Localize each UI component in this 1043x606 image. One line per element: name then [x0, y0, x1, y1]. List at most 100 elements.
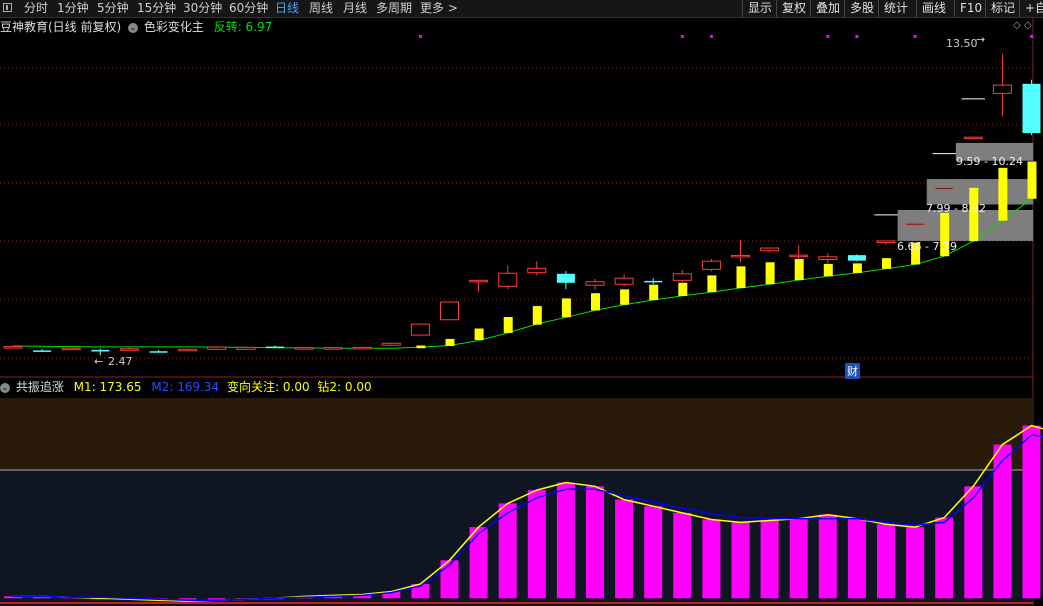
high-arrow-icon: → — [976, 33, 986, 46]
candle-body — [672, 273, 692, 281]
period-tab-30min[interactable]: 30分钟 — [183, 0, 222, 17]
signal-dot — [1030, 35, 1033, 38]
turn-attention-value: 变向关注: 0.00 — [227, 380, 310, 394]
signal-bar — [823, 263, 833, 277]
candle-body — [731, 254, 750, 258]
signal-bar — [620, 289, 630, 305]
multi-stock-button[interactable]: 多股 — [844, 0, 878, 17]
resonance-bar — [847, 518, 866, 599]
signal-bar — [882, 258, 891, 269]
signal-dot — [855, 35, 859, 38]
resonance-bar — [586, 486, 604, 599]
candle-body — [614, 277, 634, 285]
candle-body — [963, 136, 983, 140]
candle-body — [1022, 83, 1041, 134]
candle-body — [178, 348, 198, 352]
signal-bar — [998, 167, 1008, 221]
f10-button[interactable]: F10 — [954, 0, 985, 17]
candle-body — [440, 301, 459, 321]
signal-bar — [445, 338, 455, 347]
candle-body — [789, 254, 809, 258]
candle-body — [992, 84, 1012, 94]
candle-body — [3, 346, 23, 349]
signal-bar — [678, 282, 688, 296]
candle-body — [265, 346, 284, 349]
chart-settings-icon[interactable]: ◇ ◇ — [1013, 20, 1032, 31]
resonance-bar — [469, 527, 488, 599]
m1-value: M1: 173.65 — [73, 380, 142, 394]
candle-body — [498, 272, 518, 287]
indicator-name[interactable]: 色彩变化主 — [144, 20, 204, 34]
resonance-bar — [935, 517, 954, 599]
period-tab-monthly[interactable]: 月线 — [343, 0, 367, 17]
signal-bar — [591, 293, 600, 311]
reversal-value: 反转: 6.97 — [213, 20, 273, 34]
signal-dot — [709, 35, 713, 38]
period-tab-more[interactable]: 更多 > — [420, 0, 458, 17]
candle-body — [701, 260, 721, 270]
zone-label-lower: 6.66 - 7.79 — [897, 240, 957, 253]
period-tab-weekly[interactable]: 周线 — [309, 0, 333, 17]
candle-body — [905, 222, 925, 226]
sub-chart-header: ⌄ 共振追涨 M1: 173.65 M2: 169.34 变向关注: 0.00 … — [0, 380, 372, 395]
candle-body — [585, 281, 605, 286]
adjust-button[interactable]: 复权 — [776, 0, 810, 17]
signal-bar — [532, 306, 542, 325]
zone-label-upper: 9.59 - 10.24 — [956, 155, 1023, 168]
signal-bar — [765, 262, 775, 285]
candle-body — [381, 342, 401, 346]
period-tab-60min[interactable]: 60分钟 — [229, 0, 268, 17]
signal-bar — [649, 284, 659, 301]
signal-bar — [794, 258, 804, 281]
sub-indicator-name[interactable]: 共振追涨 — [16, 380, 64, 394]
resonance-bar — [906, 527, 925, 599]
overlay-button[interactable]: 叠加 — [810, 0, 844, 17]
resonance-bar — [673, 512, 692, 599]
resonance-bar — [527, 490, 546, 599]
period-tab-multi[interactable]: 多周期 — [376, 0, 412, 17]
candle-body — [847, 255, 866, 261]
signal-bar — [503, 317, 513, 333]
signal-bar — [852, 263, 862, 273]
signal-bar — [474, 328, 484, 341]
resonance-bar — [877, 524, 895, 599]
candle-body — [644, 280, 663, 283]
resonance-bar — [615, 499, 634, 599]
signal-bar — [707, 275, 717, 293]
indicator-toggle-icon[interactable]: ⌄ — [128, 22, 139, 33]
display-button[interactable]: 显示 — [742, 0, 776, 17]
mark-button[interactable]: 标记 — [985, 0, 1019, 17]
candle-body — [352, 346, 372, 350]
period-tab-daily[interactable]: 日线 — [275, 0, 299, 17]
main-chart-header: 豆神教育(日线 前复权) ⌄ 色彩变化主 反转: 6.97 — [0, 20, 272, 35]
candle-body — [323, 347, 343, 350]
chart-area[interactable] — [0, 18, 1043, 606]
ma-line — [12, 198, 1032, 349]
high-price-label: 13.50 — [946, 37, 978, 50]
finance-badge[interactable]: 财 — [845, 363, 860, 379]
candle-body — [410, 323, 430, 336]
candle-body — [33, 350, 52, 352]
custom-button[interactable]: +自 — [1019, 0, 1043, 17]
draw-line-button[interactable]: 画线 — [916, 0, 954, 17]
period-tab-15min[interactable]: 15分钟 — [137, 0, 176, 17]
signal-dot — [913, 35, 917, 38]
candle-body — [61, 347, 81, 351]
sub-upper-band — [0, 398, 1033, 470]
period-tab-5min[interactable]: 5分钟 — [97, 0, 129, 17]
resonance-bar — [702, 519, 721, 599]
candle-body — [119, 348, 139, 351]
period-tab-1min[interactable]: 1分钟 — [57, 0, 89, 17]
signal-bar — [561, 298, 571, 318]
signal-bar — [736, 266, 746, 288]
candle-body — [149, 351, 168, 353]
sub-indicator-toggle-icon[interactable]: ⌄ — [0, 382, 10, 393]
period-tab-intraday[interactable]: 分时 — [24, 0, 48, 17]
resonance-bar — [818, 514, 837, 599]
panel-toggle-icon[interactable] — [3, 3, 12, 12]
resonance-bar — [1022, 425, 1041, 599]
candle-body — [469, 279, 489, 283]
statistics-button[interactable]: 统计 — [878, 0, 916, 17]
signal-dot — [826, 35, 830, 38]
resonance-bar — [556, 482, 575, 599]
